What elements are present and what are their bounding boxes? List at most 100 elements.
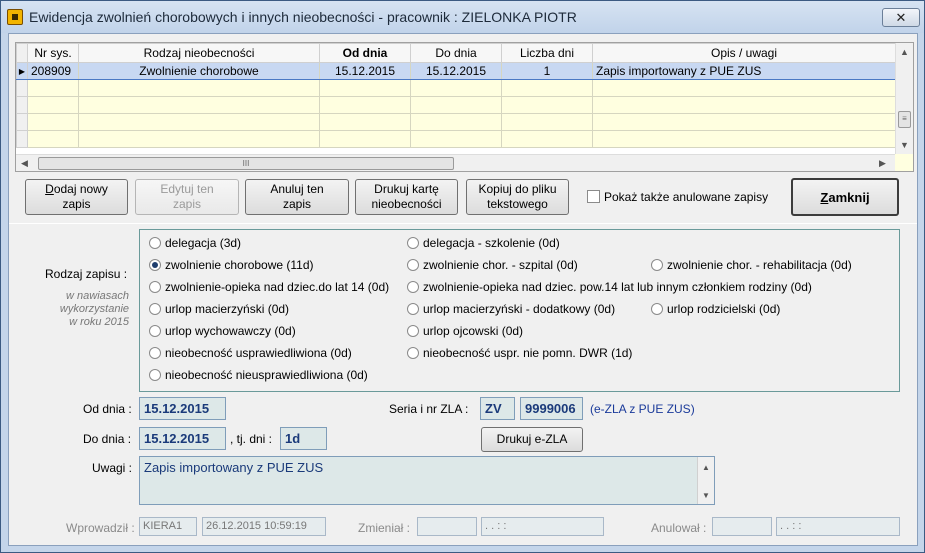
to-date-field[interactable]: 15.12.2015 <box>139 427 226 450</box>
radio-label: delegacja (3d) <box>165 236 242 250</box>
radio-nieobecnosc-usprawiedliwiona[interactable]: nieobecność usprawiedliwiona (0d) <box>149 346 352 360</box>
radio-urlop-rodzicielski[interactable]: urlop rodzicielski (0d) <box>651 302 780 316</box>
cell-dni[interactable]: 1 <box>501 62 593 80</box>
scroll-up-icon[interactable]: ▲ <box>702 463 710 472</box>
cancelled-by-date: . . : : <box>776 517 900 536</box>
from-date-field[interactable]: 15.12.2015 <box>139 397 226 420</box>
radio-dot[interactable] <box>407 237 419 249</box>
radio-dot[interactable] <box>149 303 161 315</box>
radio-dot[interactable] <box>149 237 161 249</box>
edit-record-button[interactable]: Edytuj ten zapis <box>135 179 239 215</box>
radio-zwolnienie-chorobowe[interactable]: zwolnienie chorobowe (11d) <box>149 258 314 272</box>
remarks-text: Zapis importowany z PUE ZUS <box>144 460 324 475</box>
radio-nieobecnosc-nieusprawiedliwiona[interactable]: nieobecność nieusprawiedliwiona (0d) <box>149 368 368 382</box>
cell-nr[interactable]: 208909 <box>27 62 79 80</box>
cancelled-by-user <box>712 517 772 536</box>
radio-dot[interactable] <box>149 369 161 381</box>
radio-zwolnienie-rehabilitacja[interactable]: zwolnienie chor. - rehabilitacja (0d) <box>651 258 852 272</box>
copy-to-text-button[interactable]: Kopiuj do pliku tekstowego <box>466 179 569 215</box>
radio-dot[interactable] <box>149 347 161 359</box>
radio-dot[interactable] <box>407 259 419 271</box>
cancel-record-button[interactable]: Anuluj ten zapis <box>245 179 349 215</box>
col-header-do[interactable]: Do dnia <box>410 43 502 63</box>
add-record-button[interactable]: Dodaj nowy zapis <box>25 179 128 215</box>
radio-dot-selected[interactable] <box>149 259 161 271</box>
radio-label: zwolnienie chor. - szpital (0d) <box>423 258 578 272</box>
absence-table: Nr sys. Rodzaj nieobecności Od dnia Do d… <box>16 43 896 148</box>
days-field[interactable]: 1d <box>280 427 327 450</box>
zla-number-field[interactable]: 9999006 <box>520 397 583 420</box>
radio-dot[interactable] <box>149 325 161 337</box>
radio-delegacja-szkolenie[interactable]: delegacja - szkolenie (0d) <box>407 236 560 250</box>
col-header-dni[interactable]: Liczba dni <box>501 43 593 63</box>
radio-label: urlop rodzicielski (0d) <box>667 302 781 316</box>
radio-dot[interactable] <box>407 325 419 337</box>
radio-dot[interactable] <box>407 347 419 359</box>
absence-type-group: delegacja (3d) zwolnienie chorobowe (11d… <box>139 229 900 392</box>
scroll-right-icon[interactable]: ▶ <box>879 158 886 169</box>
radio-label: zwolnienie-opieka nad dziec. pow.14 lat … <box>423 280 812 294</box>
print-card-button[interactable]: Drukuj kartę nieobecności <box>355 179 458 215</box>
print-ezla-button[interactable]: Drukuj e-ZLA <box>481 427 583 452</box>
usage-note: w nawiasach wykorzystanie w roku 2015 <box>23 290 129 329</box>
cell-opis[interactable]: Zapis importowany z PUE ZUS <box>592 62 896 80</box>
grid-vertical-scrollbar[interactable]: ▲ ≡ ▼ <box>895 43 913 154</box>
print-card-line2: nieobecności <box>371 197 442 211</box>
radio-delegacja[interactable]: delegacja (3d) <box>149 236 241 250</box>
table-row-empty[interactable] <box>16 130 896 148</box>
zla-label: Seria i nr ZLA : <box>389 402 469 416</box>
horizontal-scroll-thumb[interactable]: III <box>38 157 454 170</box>
scroll-down-icon[interactable]: ▼ <box>702 491 710 500</box>
col-header-nr[interactable]: Nr sys. <box>27 43 79 63</box>
close-rest: amknij <box>828 189 870 205</box>
remarks-field[interactable]: Zapis importowany z PUE ZUS ▲ ▼ <box>139 456 715 505</box>
copy-line1: Kopiuj do pliku <box>478 182 557 196</box>
show-cancelled-label[interactable]: Pokaż także anulowane zapisy <box>604 190 768 204</box>
cell-do[interactable]: 15.12.2015 <box>410 62 502 80</box>
radio-urlop-wychowawczy[interactable]: urlop wychowawczy (0d) <box>149 324 296 338</box>
table-row-empty[interactable] <box>16 113 896 131</box>
window-close-button[interactable]: ✕ <box>882 8 920 27</box>
show-cancelled-checkbox[interactable] <box>587 190 600 203</box>
radio-dot[interactable] <box>651 259 663 271</box>
col-header-od[interactable]: Od dnia <box>319 43 411 63</box>
cell-od[interactable]: 15.12.2015 <box>319 62 411 80</box>
radio-opieka-pow-14[interactable]: zwolnienie-opieka nad dziec. pow.14 lat … <box>407 280 812 294</box>
scroll-up-icon[interactable]: ▲ <box>900 47 909 57</box>
vertical-scroll-thumb[interactable]: ≡ <box>898 111 911 128</box>
zla-series-field[interactable]: ZV <box>480 397 515 420</box>
radio-dot[interactable] <box>407 281 419 293</box>
remarks-scrollbar[interactable]: ▲ ▼ <box>697 457 714 504</box>
radio-label: nieobecność nieusprawiedliwiona (0d) <box>165 368 368 382</box>
radio-dot[interactable] <box>407 303 419 315</box>
radio-label: zwolnienie chor. - rehabilitacja (0d) <box>667 258 852 272</box>
scroll-down-icon[interactable]: ▼ <box>900 140 909 150</box>
radio-dot[interactable] <box>149 281 161 293</box>
main-window: Ewidencja zwolnień chorobowych i innych … <box>0 0 925 553</box>
from-date-label: Od dnia : <box>83 402 132 416</box>
col-header-opis[interactable]: Opis / uwagi <box>592 43 896 63</box>
grid-horizontal-scrollbar[interactable]: ◀ III ▶ <box>16 154 895 171</box>
radio-nieobecnosc-dwr[interactable]: nieobecność uspr. nie pomn. DWR (1d) <box>407 346 632 360</box>
radio-urlop-ojcowski[interactable]: urlop ojcowski (0d) <box>407 324 523 338</box>
print-card-line1: Drukuj kartę <box>374 182 439 196</box>
table-row[interactable]: ▶ 208909 Zwolnienie chorobowe 15.12.2015… <box>16 62 896 80</box>
radio-urlop-macierzynski-dodatkowy[interactable]: urlop macierzyński - dodatkowy (0d) <box>407 302 615 316</box>
scroll-left-icon[interactable]: ◀ <box>21 158 28 169</box>
app-lock-icon <box>7 9 23 25</box>
table-row-empty[interactable] <box>16 96 896 114</box>
radio-zwolnienie-szpital[interactable]: zwolnienie chor. - szpital (0d) <box>407 258 578 272</box>
radio-urlop-macierzynski[interactable]: urlop macierzyński (0d) <box>149 302 289 316</box>
add-record-line2: zapis <box>62 197 91 211</box>
row-indicator-header <box>16 43 28 63</box>
row-pointer-icon: ▶ <box>16 62 28 80</box>
table-row-empty[interactable] <box>16 79 896 97</box>
absence-type-label: Rodzaj zapisu : <box>45 267 128 281</box>
radio-label: urlop wychowawczy (0d) <box>165 324 296 338</box>
col-header-rodzaj[interactable]: Rodzaj nieobecności <box>78 43 320 63</box>
cell-rodzaj[interactable]: Zwolnienie chorobowe <box>78 62 320 80</box>
radio-dot[interactable] <box>651 303 663 315</box>
ezla-note: (e-ZLA z PUE ZUS) <box>590 402 695 416</box>
radio-opieka-do-14[interactable]: zwolnienie-opieka nad dziec.do lat 14 (0… <box>149 280 389 294</box>
close-button[interactable]: Zamknij <box>791 178 899 216</box>
